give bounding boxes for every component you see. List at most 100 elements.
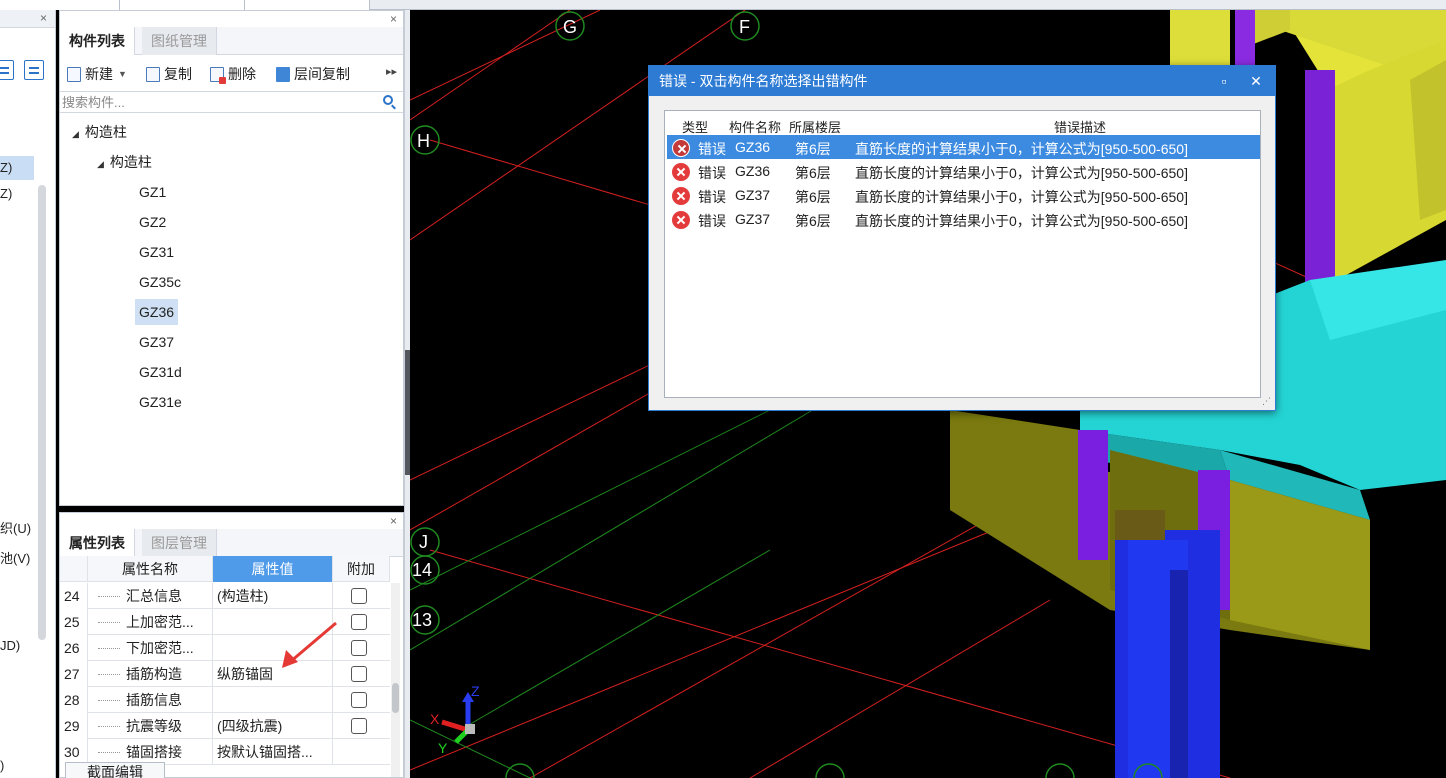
extra-checkbox[interactable] — [351, 666, 367, 682]
top-segment[interactable] — [0, 0, 120, 10]
search-bar — [60, 91, 403, 113]
detail-view-icon[interactable] — [24, 60, 44, 80]
scrollbar[interactable] — [391, 583, 400, 777]
property-row[interactable]: 24 汇总信息 (构造柱) — [60, 583, 390, 609]
column-type[interactable]: 类型 — [682, 117, 708, 136]
property-value[interactable] — [213, 687, 333, 713]
error-row[interactable]: 错误 GZ37 第6层 直筋长度的计算结果小于0，计算公式为[950-500-650] — [667, 183, 1260, 207]
left-item[interactable]: ) — [0, 758, 4, 773]
left-item[interactable]: Z) — [0, 156, 34, 180]
property-row[interactable]: 27 插筋构造 纵筋锚固 — [60, 661, 390, 687]
collapse-triangle-icon[interactable]: ◢ — [97, 159, 104, 169]
panel-header: × — [0, 10, 55, 28]
column-floor[interactable]: 所属楼层 — [789, 117, 841, 136]
more-icon[interactable]: ▸▸ — [386, 65, 397, 78]
row-index: 28 — [60, 687, 88, 713]
property-value[interactable]: (构造柱) — [213, 583, 333, 609]
scrollbar-thumb[interactable] — [392, 683, 399, 713]
row-index: 25 — [60, 609, 88, 635]
tab-bar: 构件列表 图纸管理 — [60, 27, 403, 55]
property-row[interactable]: 28 插筋信息 — [60, 687, 390, 713]
tree-item-gz2[interactable]: GZ2 — [139, 209, 166, 235]
extra-checkbox[interactable] — [351, 718, 367, 734]
property-value[interactable] — [213, 609, 333, 635]
property-value[interactable]: 纵筋锚固 — [213, 661, 333, 687]
axis-gizmo[interactable]: Z X Y — [430, 683, 480, 756]
collapse-triangle-icon[interactable]: ◢ — [72, 129, 79, 139]
tree-item-gz36[interactable]: GZ36 — [135, 299, 179, 325]
close-icon[interactable]: × — [390, 12, 397, 26]
error-list: 类型 构件名称 所属楼层 错误描述 错误 GZ36 第6层 直筋长度的计算结果小于0，… — [664, 110, 1261, 398]
tab-layer-management[interactable]: 图层管理 — [142, 529, 217, 557]
floor-copy-icon — [276, 66, 290, 82]
left-item[interactable]: JD) — [0, 638, 20, 653]
maximize-icon[interactable]: ▫ — [1209, 66, 1239, 96]
extra-cell — [333, 713, 390, 739]
error-row[interactable]: 错误 GZ36 第6层 直筋长度的计算结果小于0，计算公式为[950-500-650] — [667, 159, 1260, 183]
property-value[interactable]: (四级抗震) — [213, 713, 333, 739]
top-segment[interactable] — [120, 0, 245, 10]
left-item[interactable]: 织(U) — [0, 518, 31, 537]
row-index: 27 — [60, 661, 88, 687]
tree-item-gz37[interactable]: GZ37 — [139, 329, 174, 355]
property-name: 汇总信息 — [88, 583, 213, 609]
error-row[interactable]: 错误 GZ37 第6层 直筋长度的计算结果小于0，计算公式为[950-500-650] — [667, 207, 1260, 231]
search-icon[interactable] — [383, 95, 393, 105]
error-floor: 第6层 — [795, 213, 831, 229]
error-dialog: 错误 - 双击构件名称选择出错构件 ▫ ✕ 类型 构件名称 所属楼层 错误描述 … — [648, 65, 1276, 411]
extra-checkbox[interactable] — [351, 614, 367, 630]
error-icon — [672, 163, 690, 181]
resize-grip-icon[interactable]: ⋰ — [1262, 396, 1271, 407]
left-item[interactable]: 池(V) — [0, 548, 30, 567]
property-table-header: 属性名称 属性值 附加 — [60, 556, 390, 582]
property-value[interactable] — [213, 635, 333, 661]
error-type: 错误 — [698, 165, 726, 181]
error-row[interactable]: 错误 GZ36 第6层 直筋长度的计算结果小于0，计算公式为[950-500-650] — [667, 135, 1260, 159]
property-name: 抗震等级 — [88, 713, 213, 739]
error-component-name: GZ36 — [735, 139, 771, 155]
tree-root[interactable]: ◢ 构造柱 — [72, 119, 127, 145]
extra-checkbox[interactable] — [351, 588, 367, 604]
extra-cell — [333, 687, 390, 713]
error-description: 直筋长度的计算结果小于0，计算公式为[950-500-650] — [855, 189, 1188, 205]
property-row[interactable]: 25 上加密范... — [60, 609, 390, 635]
tree-item-gz1[interactable]: GZ1 — [139, 179, 166, 205]
grid-label-14: 14 — [412, 560, 432, 580]
column-desc[interactable]: 错误描述 — [1054, 117, 1106, 136]
dialog-title[interactable]: 错误 - 双击构件名称选择出错构件 — [649, 66, 1275, 96]
error-floor: 第6层 — [795, 189, 831, 205]
property-row[interactable]: 29 抗震等级 (四级抗震) — [60, 713, 390, 739]
list-view-icon[interactable] — [0, 60, 14, 80]
close-icon[interactable]: ✕ — [1241, 66, 1271, 96]
close-icon[interactable]: × — [40, 11, 47, 25]
error-component-name: GZ37 — [735, 187, 771, 203]
copy-button[interactable]: 复制 — [146, 64, 192, 84]
tree-item-gz31d[interactable]: GZ31d — [139, 359, 182, 385]
top-segment[interactable] — [245, 0, 370, 10]
tab-drawing-management[interactable]: 图纸管理 — [142, 27, 217, 55]
tree-item-gz35c[interactable]: GZ35c — [139, 269, 181, 295]
tab-component-list[interactable]: 构件列表 — [60, 27, 135, 55]
floor-copy-label: 层间复制 — [294, 66, 350, 82]
property-value[interactable]: 按默认锚固搭... — [213, 739, 333, 765]
search-input[interactable] — [60, 92, 403, 112]
close-icon[interactable]: × — [390, 514, 397, 528]
row-index: 29 — [60, 713, 88, 739]
error-type: 错误 — [698, 141, 726, 157]
column-name[interactable]: 构件名称 — [729, 117, 781, 136]
floor-copy-button[interactable]: 层间复制 — [276, 64, 350, 84]
tree-item-gz31[interactable]: GZ31 — [139, 239, 174, 265]
delete-button[interactable]: 删除 — [210, 64, 256, 84]
property-row[interactable]: 26 下加密范... — [60, 635, 390, 661]
left-item[interactable]: Z) — [0, 186, 12, 201]
extra-checkbox[interactable] — [351, 692, 367, 708]
extra-checkbox[interactable] — [351, 640, 367, 656]
tree-child[interactable]: ◢ 构造柱 — [97, 149, 152, 175]
scrollbar[interactable] — [38, 185, 46, 640]
top-toolbar-strip — [0, 0, 1446, 10]
tree-item-gz31e[interactable]: GZ31e — [139, 389, 182, 415]
axis-z-label: Z — [471, 683, 480, 699]
new-button[interactable]: 新建 ▼ — [67, 64, 127, 84]
tab-property-list[interactable]: 属性列表 — [60, 529, 135, 557]
tab-section-edit[interactable]: 截面编辑 — [65, 762, 165, 778]
